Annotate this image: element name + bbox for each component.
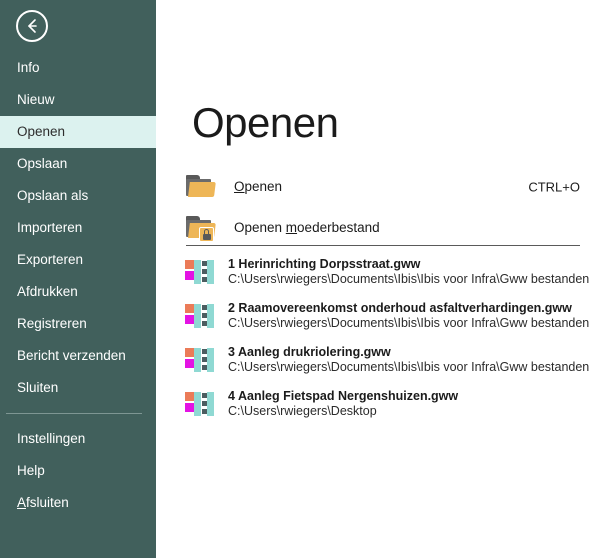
sidebar-item-label-rest: fsluiten [26,495,69,510]
sidebar-item-label: Bericht verzenden [17,348,126,363]
recent-file-item[interactable]: 4 Aanleg Fietspad Nergenshuizen.gww C:\Us… [185,382,585,426]
sidebar-item-nieuw[interactable]: Nieuw [0,84,156,116]
action-open-parent-file-label: Openen moederbestand [234,220,380,235]
sidebar-item-registreren[interactable]: Registreren [0,308,156,340]
sidebar-item-label: Opslaan als [17,188,89,203]
gww-file-icon [185,304,214,328]
folder-lock-icon [186,215,216,242]
sidebar-item-label: Help [17,463,45,478]
sidebar-divider [6,413,142,414]
action-open-parent-accel: m [285,220,298,235]
sidebar-item-label: Importeren [17,220,83,235]
recent-file-name: 2 Raamovereenkomst onderhoud asfaltverha… [228,301,572,315]
arrow-left-icon [28,19,37,33]
sidebar-item-label: Info [17,60,40,75]
sidebar-nav: Info Nieuw Openen Opslaan Opslaan als Importe… [0,52,156,519]
action-open[interactable]: Openen CTRL+O [186,166,580,207]
sidebar-item-label: Instellingen [17,431,86,446]
sidebar-item-exporteren[interactable]: Exporteren [0,244,156,276]
recent-file-path: C:\Users\rwiegers\Documents\Ibis\Ibis vo… [228,272,590,286]
sidebar-item-instellingen[interactable]: Instellingen [0,423,156,455]
action-open-shortcut: CTRL+O [528,179,580,194]
action-open-parent-label-post: oederbestand [297,220,380,235]
action-open-parent-file[interactable]: Openen moederbestand [186,207,580,248]
sidebar-item-label: Exporteren [17,252,84,267]
sidebar-item-opslaan[interactable]: Opslaan [0,148,156,180]
sidebar-item-label: Registreren [17,316,87,331]
sidebar-item-importeren[interactable]: Importeren [0,212,156,244]
backstage-sidebar: Info Nieuw Openen Opslaan Opslaan als Importe… [0,0,156,558]
sidebar-item-openen[interactable]: Openen [0,116,156,148]
sidebar-item-label: Afsluiten [17,495,69,510]
recent-file-item[interactable]: 1 Herinrichting Dorpsstraat.gww C:\Users\… [185,250,589,294]
action-open-label-post: penen [244,179,283,194]
sidebar-item-info[interactable]: Info [0,52,156,84]
recent-file-path: C:\Users\rwiegers\Documents\Ibis\Ibis vo… [228,360,590,374]
sidebar-item-label: Opslaan [17,156,68,171]
sidebar-item-label: Nieuw [17,92,55,107]
back-button[interactable] [16,10,48,42]
action-open-parent-label-pre: Openen [234,220,286,235]
page-title: Openen [192,99,339,146]
recent-file-name: 3 Aanleg drukriolering.gww [228,345,391,359]
recent-file-path: C:\Users\rwiegers\Desktop [228,404,377,418]
recent-files-list: 1 Herinrichting Dorpsstraat.gww C:\Users\… [185,250,589,426]
sidebar-item-afsluiten[interactable]: Afsluiten [0,487,156,519]
action-open-accel: O [234,179,245,194]
sidebar-item-accel: A [17,495,27,510]
sidebar-item-bericht-verzenden[interactable]: Bericht verzenden [0,340,156,372]
backstage-content: Openen Openen CTRL+O Openen moederbestan… [156,0,591,558]
content-divider [186,245,580,246]
sidebar-item-label: Sluiten [17,380,59,395]
gww-file-icon [185,260,214,284]
recent-file-name: 4 Aanleg Fietspad Nergenshuizen.gww [228,389,459,403]
sidebar-item-label: Openen [17,124,66,139]
gww-file-icon [185,392,214,416]
recent-file-item[interactable]: 3 Aanleg drukriolering.gww C:\Users\rwieg… [185,338,589,382]
sidebar-item-afdrukken[interactable]: Afdrukken [0,276,156,308]
gww-file-icon [185,348,214,372]
recent-file-name: 1 Herinrichting Dorpsstraat.gww [228,257,421,271]
recent-file-item[interactable]: 2 Raamovereenkomst onderhoud asfaltverha… [185,294,589,338]
action-open-label: Openen [234,179,282,194]
sidebar-item-opslaan-als[interactable]: Opslaan als [0,180,156,212]
sidebar-item-help[interactable]: Help [0,455,156,487]
sidebar-item-sluiten[interactable]: Sluiten [0,372,156,404]
folder-icon [186,174,216,200]
sidebar-item-label: Afdrukken [17,284,78,299]
lock-icon [199,226,214,242]
open-actions-list: Openen CTRL+O Openen moederbestand [186,166,580,248]
recent-file-path: C:\Users\rwiegers\Documents\Ibis\Ibis vo… [228,316,590,330]
backstage-view: Info Nieuw Openen Opslaan Opslaan als Importe… [0,0,591,558]
